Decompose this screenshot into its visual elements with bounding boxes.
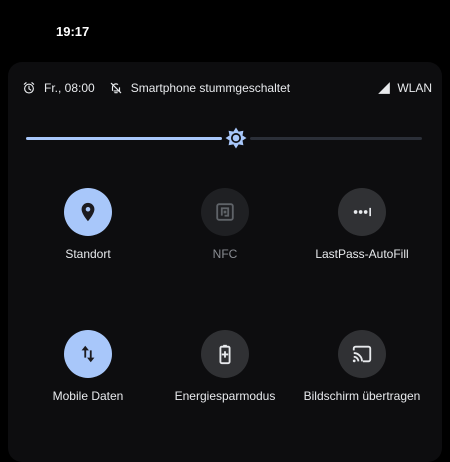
status-bar-clock: 19:17 bbox=[56, 24, 90, 39]
password-dots-icon bbox=[353, 207, 371, 217]
quick-settings-header: Fr., 08:00 Smartphone stummgeschaltet WL… bbox=[22, 78, 432, 98]
tile-mobile-daten-button[interactable] bbox=[64, 330, 112, 378]
nfc-icon bbox=[216, 203, 234, 221]
tile-label: LastPass-AutoFill bbox=[315, 247, 409, 261]
alarm-clock-icon[interactable] bbox=[22, 81, 36, 95]
alarm-time-text[interactable]: Fr., 08:00 bbox=[44, 81, 95, 95]
tile-standort[interactable]: Standort bbox=[18, 188, 158, 261]
tile-label: NFC bbox=[212, 247, 238, 261]
battery-saver-icon bbox=[219, 344, 231, 365]
tile-nfc-button[interactable] bbox=[201, 188, 249, 236]
signal-icon bbox=[377, 81, 391, 95]
sound-mode-text: Smartphone stummgeschaltet bbox=[130, 81, 291, 95]
brightness-track-empty bbox=[250, 137, 422, 140]
tile-energiesparmodus[interactable]: Energiesparmodus bbox=[155, 330, 295, 403]
tile-mobile-daten[interactable]: Mobile Daten bbox=[18, 330, 158, 403]
brightness-track-filled bbox=[26, 137, 222, 140]
tile-energiesparmodus-button[interactable] bbox=[201, 330, 249, 378]
tile-lastpass-autofill[interactable]: LastPass-AutoFill bbox=[292, 188, 432, 261]
mobile-data-icon bbox=[81, 345, 95, 363]
bell-off-icon bbox=[109, 81, 123, 95]
tile-label: Standort bbox=[65, 247, 111, 261]
network-text: WLAN bbox=[397, 81, 432, 95]
tile-cast-button[interactable] bbox=[338, 330, 386, 378]
tile-bildschirm-uebertragen[interactable]: Bildschirm übertragen bbox=[292, 330, 432, 403]
brightness-sun-icon bbox=[225, 127, 247, 149]
brightness-slider[interactable] bbox=[26, 126, 422, 150]
tile-nfc[interactable]: NFC bbox=[155, 188, 295, 261]
tile-label: Bildschirm übertragen bbox=[303, 389, 421, 403]
cast-icon bbox=[352, 345, 372, 363]
tile-label: Energiesparmodus bbox=[174, 389, 276, 403]
brightness-thumb[interactable] bbox=[224, 126, 248, 150]
tile-label: Mobile Daten bbox=[52, 389, 124, 403]
tile-standort-button[interactable] bbox=[64, 188, 112, 236]
tile-lastpass-button[interactable] bbox=[338, 188, 386, 236]
location-pin-icon bbox=[81, 202, 95, 222]
